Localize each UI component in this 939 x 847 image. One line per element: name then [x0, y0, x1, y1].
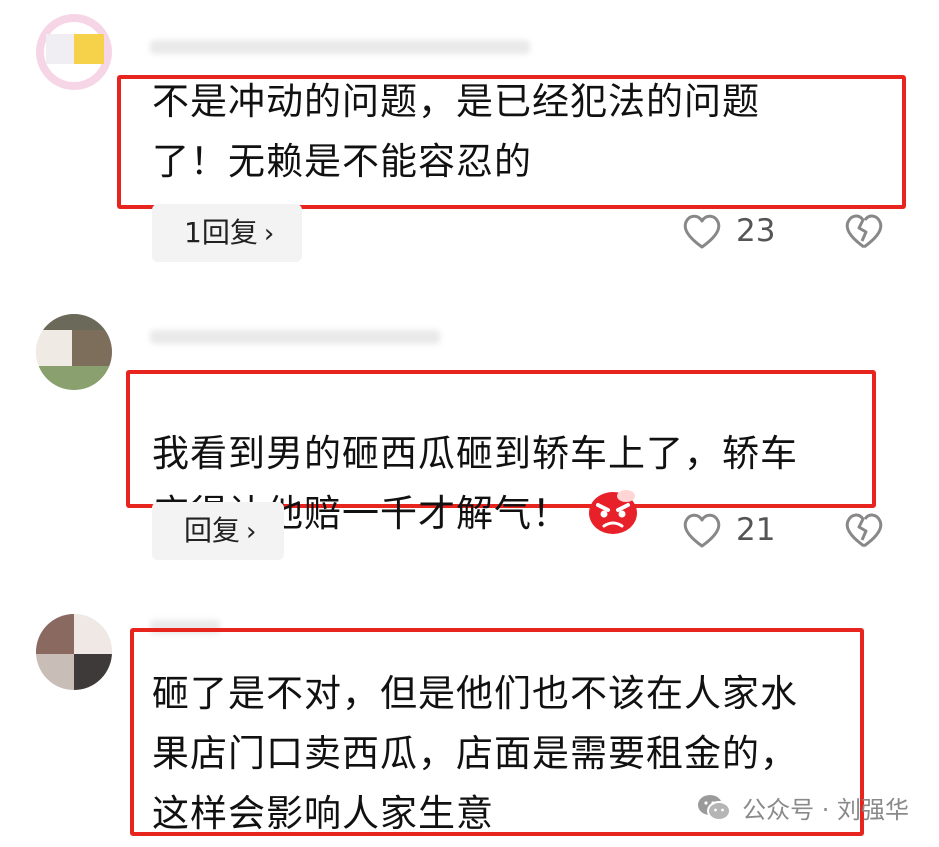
heart-outline-icon [683, 513, 721, 548]
like-count: 21 [736, 512, 776, 548]
like-button[interactable]: 23 [682, 211, 775, 251]
chevron-right-icon: › [246, 517, 257, 547]
watermark-text: 公众号 · 刘强华 [742, 796, 909, 824]
like-count: 23 [736, 213, 776, 249]
chevron-right-icon: › [263, 219, 275, 249]
heart-outline-icon [683, 214, 721, 249]
avatar[interactable] [36, 614, 112, 690]
wechat-icon [698, 794, 732, 821]
broken-heart-icon[interactable] [844, 211, 884, 251]
avatar[interactable] [36, 14, 112, 90]
broken-heart-icon[interactable] [844, 510, 884, 550]
comment-item: 不是冲动的问题，是已经犯法的问题 了！无赖是不能容忍的 1回复 › 23 [0, 0, 939, 290]
reply-button[interactable]: 回复 › [152, 502, 285, 560]
avatar[interactable] [36, 314, 112, 390]
username-blurred[interactable] [150, 40, 530, 54]
reply-button[interactable]: 1回复 › [152, 204, 303, 262]
comment-text: 不是冲动的问题，是已经犯法的问题 了！无赖是不能容忍的 [152, 80, 760, 183]
watermark: 公众号 · 刘强华 [696, 790, 909, 825]
comment-thread: { "comments": [ { "text": "不是冲动的问题，是已经犯法… [0, 0, 939, 847]
comment-item: 我看到男的砸西瓜砸到轿车上了，轿车 应得让他赔一千才解气！ 回复 › 21 [0, 290, 939, 590]
angry-face-emoji [589, 490, 637, 534]
reply-label: 1回复 [184, 216, 258, 249]
like-button[interactable]: 21 [682, 510, 775, 550]
username-blurred[interactable] [150, 330, 440, 344]
reply-label: 回复 [184, 514, 241, 547]
